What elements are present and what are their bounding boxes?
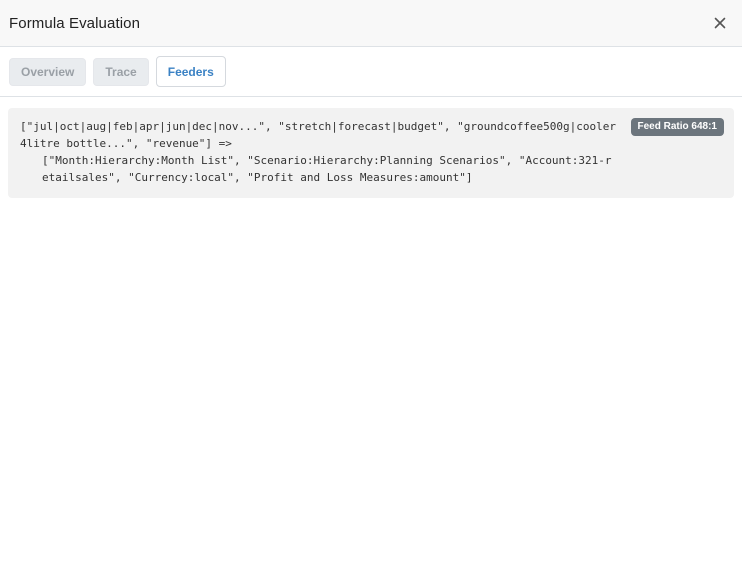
tab-overview[interactable]: Overview: [9, 57, 87, 86]
tab-trace[interactable]: Trace: [93, 57, 149, 86]
dialog-header: Formula Evaluation: [0, 0, 742, 47]
tab-bar: Overview Trace Feeders: [0, 47, 742, 97]
feeder-expression: ["jul|oct|aug|feb|apr|jun|dec|nov...", "…: [20, 120, 617, 150]
feed-ratio-badge: Feed Ratio 648:1: [630, 118, 724, 136]
close-icon: [714, 17, 726, 29]
formula-evaluation-dialog: Formula Evaluation Overview Trace Feeder…: [0, 0, 742, 573]
dialog-title: Formula Evaluation: [9, 14, 141, 32]
close-button[interactable]: [709, 12, 731, 34]
feeder-target: ["Month:Hierarchy:Month List", "Scenario…: [42, 154, 612, 184]
feeder-panel: Feed Ratio 648:1 ["jul|oct|aug|feb|apr|j…: [8, 108, 734, 198]
tab-feeders[interactable]: Feeders: [155, 56, 226, 87]
feeders-content: Feed Ratio 648:1 ["jul|oct|aug|feb|apr|j…: [0, 97, 742, 209]
